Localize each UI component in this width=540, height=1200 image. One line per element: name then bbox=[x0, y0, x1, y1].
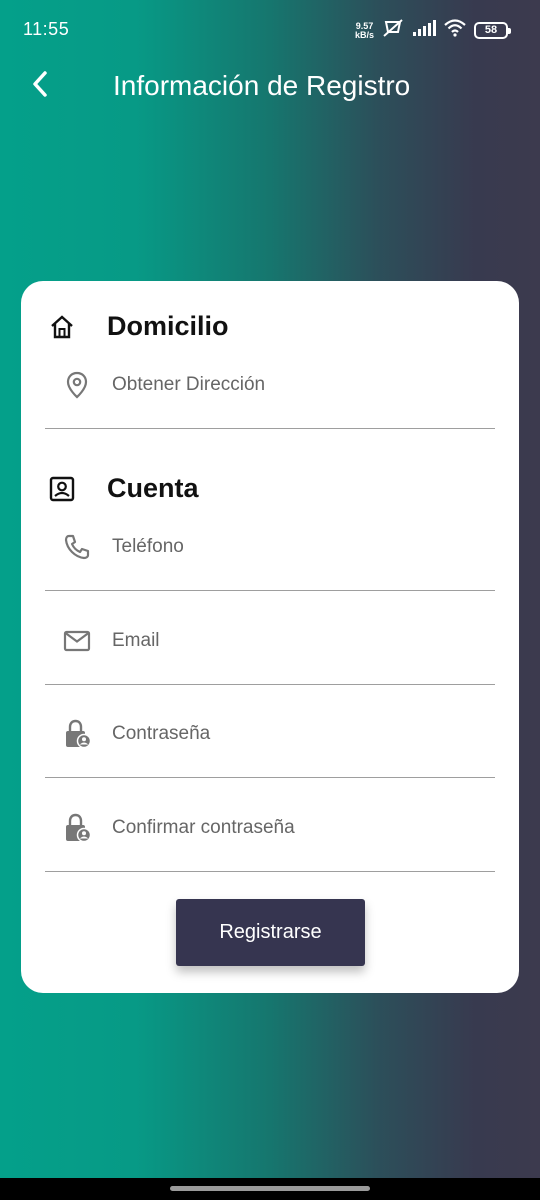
app-bar: Información de Registro bbox=[0, 60, 540, 112]
divider bbox=[45, 590, 495, 591]
registration-card: Domicilio Obtener Dirección Cuenta Teléf… bbox=[21, 281, 519, 993]
network-speed: 9.57 kB/s bbox=[354, 21, 374, 40]
lock-person-icon bbox=[63, 719, 91, 749]
email-field[interactable]: Email bbox=[45, 613, 495, 671]
lock-person-icon bbox=[63, 813, 91, 843]
wifi-icon bbox=[444, 19, 466, 42]
address-field[interactable]: Obtener Dirección bbox=[45, 357, 495, 415]
mute-vibrate-icon bbox=[382, 18, 404, 43]
email-placeholder: Email bbox=[112, 630, 160, 651]
signal-icon bbox=[412, 20, 436, 41]
register-button[interactable]: Registrarse bbox=[176, 899, 365, 966]
section-domicilio-header: Domicilio bbox=[49, 311, 229, 342]
status-icons: 9.57 kB/s 58 bbox=[354, 18, 511, 43]
network-speed-unit: kB/s bbox=[354, 29, 374, 40]
phone-icon bbox=[63, 533, 91, 561]
status-time: 11:55 bbox=[23, 19, 70, 39]
section-cuenta-title: Cuenta bbox=[107, 473, 199, 503]
confirm-password-placeholder: Confirmar contraseña bbox=[112, 817, 295, 838]
account-box-icon bbox=[49, 476, 75, 502]
divider bbox=[45, 684, 495, 685]
divider bbox=[45, 777, 495, 778]
address-placeholder: Obtener Dirección bbox=[112, 374, 266, 395]
chevron-left-icon bbox=[30, 70, 50, 103]
back-button[interactable] bbox=[22, 68, 58, 104]
divider bbox=[45, 871, 495, 872]
section-cuenta-header: Cuenta bbox=[49, 473, 199, 504]
page-title: Información de Registro bbox=[113, 70, 411, 101]
system-nav-bar bbox=[0, 1178, 540, 1200]
confirm-password-field[interactable]: Confirmar contraseña bbox=[45, 800, 495, 858]
mail-icon bbox=[63, 627, 91, 655]
phone-placeholder: Teléfono bbox=[112, 536, 184, 557]
location-pin-icon bbox=[63, 371, 91, 399]
app-screen: 11:55 9.57 kB/s 58 Información de Regist… bbox=[0, 0, 540, 1178]
divider bbox=[45, 428, 495, 429]
phone-field[interactable]: Teléfono bbox=[45, 519, 495, 577]
home-gesture-handle[interactable] bbox=[170, 1186, 370, 1191]
password-placeholder: Contraseña bbox=[112, 723, 211, 744]
status-bar: 11:55 9.57 kB/s 58 bbox=[0, 0, 540, 46]
password-field[interactable]: Contraseña bbox=[45, 706, 495, 764]
home-icon bbox=[49, 314, 75, 340]
battery-indicator: 58 bbox=[474, 22, 511, 39]
section-domicilio-title: Domicilio bbox=[107, 311, 229, 341]
